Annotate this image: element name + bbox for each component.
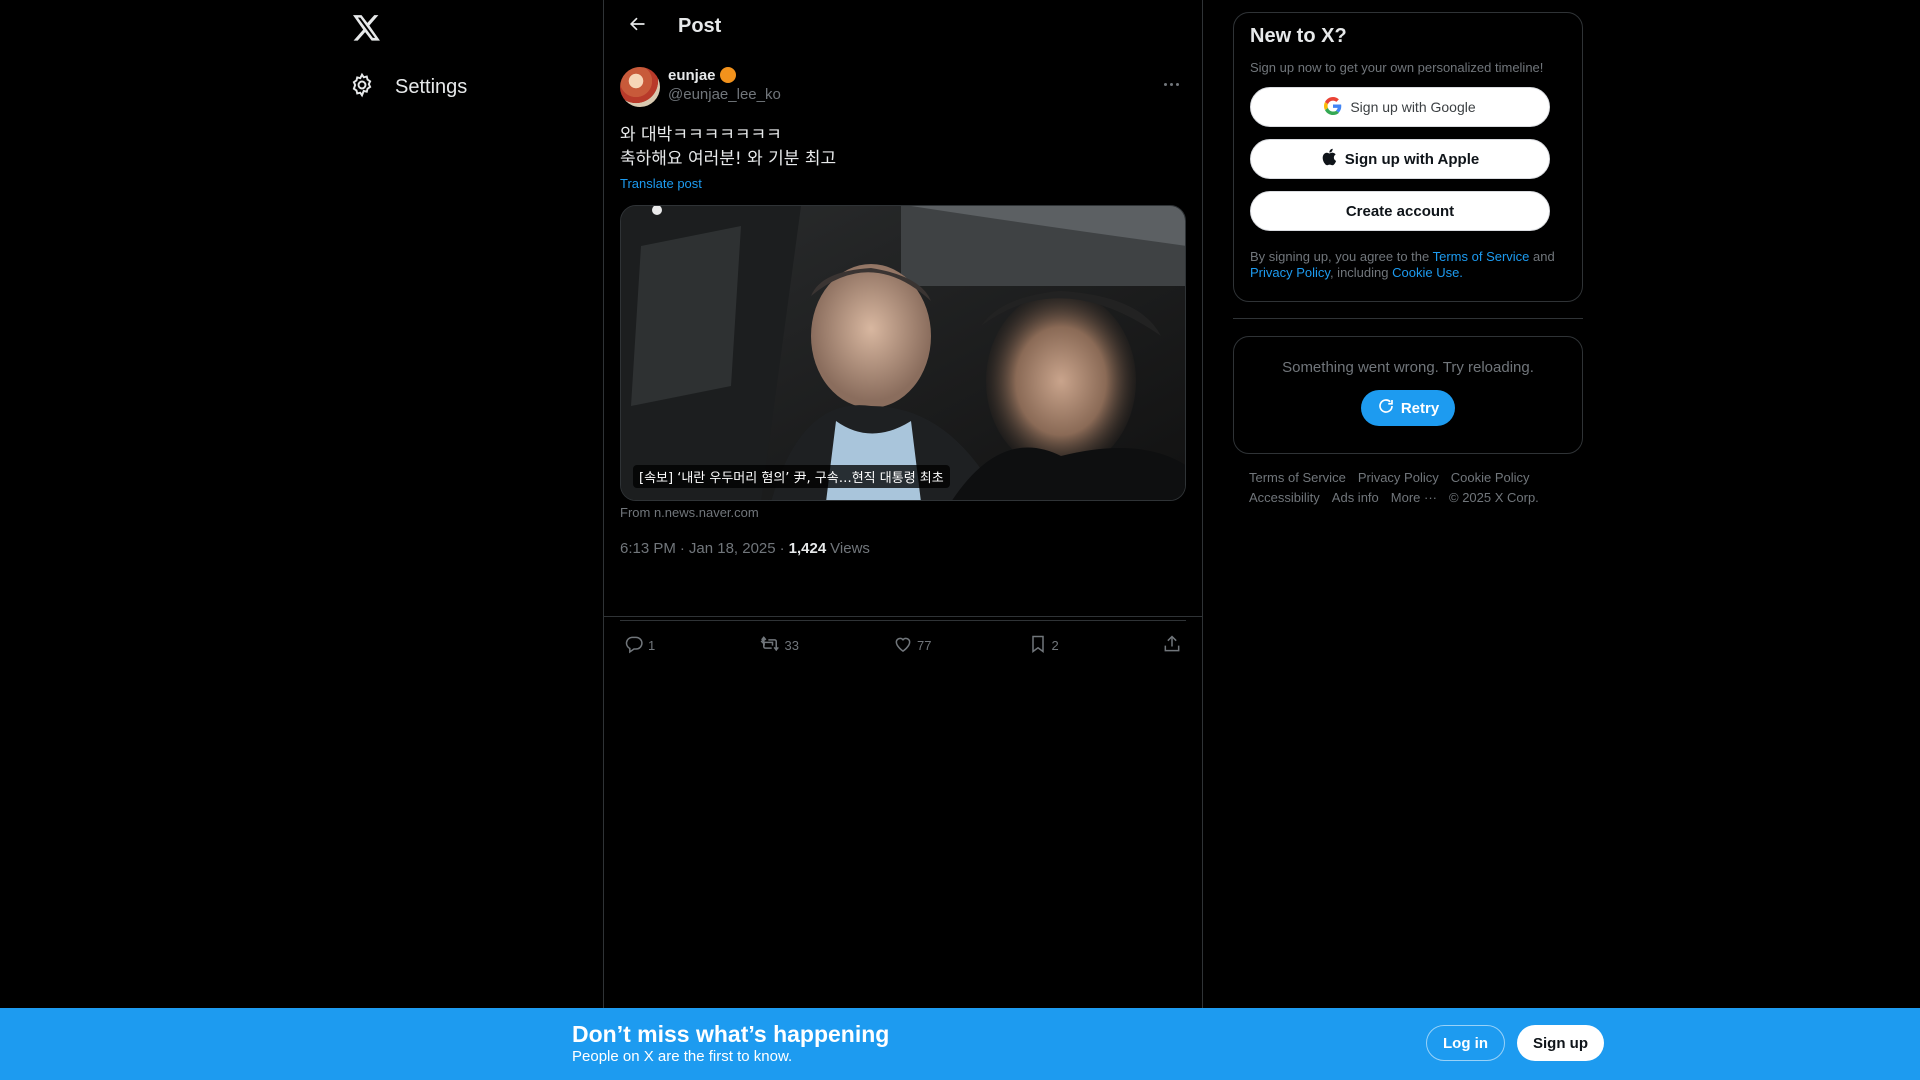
news-photo <box>621 206 1185 500</box>
cookie-use-link[interactable]: Cookie Use. <box>1392 265 1463 280</box>
google-icon <box>1324 96 1342 118</box>
privacy-link[interactable]: Privacy Policy <box>1250 265 1330 280</box>
footer-terms-link[interactable]: Terms of Service <box>1249 470 1346 486</box>
reply-icon <box>624 634 644 657</box>
tweet-text-line: 축하해요 여러분! 와 기분 최고 <box>620 149 837 169</box>
left-nav: Settings <box>337 0 603 1008</box>
footer-links: Terms of Service Privacy Policy Cookie P… <box>1249 470 1579 506</box>
legal-including: , including <box>1329 265 1393 280</box>
bookmark-button[interactable]: 2 <box>1028 634 1088 657</box>
footer-cookie-link[interactable]: Cookie Policy <box>1451 470 1530 486</box>
legal-prefix: By signing up, you agree to the <box>1250 249 1433 264</box>
signup-subtitle: Sign up now to get your own personalized… <box>1250 60 1544 75</box>
banner-title: Don’t miss what’s happening <box>572 1021 890 1047</box>
more-options-button[interactable] <box>1156 69 1186 99</box>
footer-privacy-link[interactable]: Privacy Policy <box>1358 470 1439 486</box>
link-card-title: [속보] ‘내란 우두머리 혐의’ 尹, 구속…현직 대통령 최초 <box>633 465 950 488</box>
author-names: eunjae @eunjae_lee_ko <box>668 65 781 104</box>
tweet-actions: 1 33 77 2 <box>620 620 1186 670</box>
repost-count: 33 <box>784 638 799 653</box>
terms-link[interactable]: Terms of Service <box>1433 249 1530 264</box>
user-handle[interactable]: @eunjae_lee_ko <box>668 86 781 103</box>
meta-separator: · <box>679 540 685 557</box>
views-count: 1,424 <box>788 540 827 557</box>
divider <box>1233 318 1583 319</box>
signup-apple-label: Sign up with Apple <box>1344 150 1480 168</box>
retry-label: Retry <box>1400 399 1440 417</box>
settings-label: Settings <box>395 75 468 98</box>
refresh-icon <box>1377 397 1395 419</box>
dot-icon <box>1169 82 1173 86</box>
display-name-row: eunjae <box>668 65 781 85</box>
avatar[interactable] <box>620 67 660 107</box>
link-source[interactable]: From n.news.naver.com <box>620 505 1186 520</box>
x-logo-icon[interactable] <box>347 10 387 46</box>
share-button[interactable] <box>1162 634 1182 657</box>
signup-title: New to X? <box>1250 25 1347 47</box>
tweet-meta: 6:13 PM · Jan 18, 2025 · 1,424 Views <box>620 540 1186 557</box>
heart-icon <box>893 634 913 657</box>
create-account-button[interactable]: Create account <box>1250 191 1550 231</box>
footer-more-link[interactable]: More ··· <box>1391 490 1437 506</box>
signup-legal-text: By signing up, you agree to the Terms of… <box>1250 249 1566 281</box>
error-panel: Something went wrong. Try reloading. Ret… <box>1233 336 1583 454</box>
meta-separator: · <box>779 540 785 557</box>
retry-button[interactable]: Retry <box>1360 390 1456 426</box>
footer-accessibility-link[interactable]: Accessibility <box>1249 490 1320 506</box>
author-row: eunjae @eunjae_lee_ko <box>620 65 1186 113</box>
arrow-left-icon <box>627 14 647 39</box>
verified-badge-icon <box>719 67 736 83</box>
share-icon <box>1162 634 1182 657</box>
back-button[interactable] <box>620 10 654 44</box>
login-button[interactable]: Log in <box>1426 1025 1505 1061</box>
apple-icon <box>1321 148 1337 170</box>
bookmark-icon <box>1028 634 1048 657</box>
main-column: Post eunjae @eunjae_lee_ko 와 대박ㅋㅋㅋㅋㅋㅋㅋ 축… <box>603 0 1203 1008</box>
tweet-text: 와 대박ㅋㅋㅋㅋㅋㅋㅋ 축하해요 여러분! 와 기분 최고 <box>620 123 1186 171</box>
gear-icon <box>349 72 375 103</box>
banner-text: Don’t miss what’s happening People on X … <box>572 1020 889 1066</box>
legal-and: and <box>1529 249 1555 264</box>
signup-apple-button[interactable]: Sign up with Apple <box>1250 139 1550 179</box>
tweet-time[interactable]: 6:13 PM <box>620 540 676 557</box>
repost-button[interactable]: 33 <box>759 634 819 657</box>
banner-buttons: Log in Sign up <box>1426 1025 1604 1061</box>
dot-icon <box>1175 82 1179 86</box>
link-card-image[interactable]: [속보] ‘내란 우두머리 혐의’ 尹, 구속…현직 대통령 최초 <box>620 205 1186 501</box>
tweet-text-line: 와 대박ㅋㅋㅋㅋㅋㅋㅋ <box>620 125 782 145</box>
banner-subtitle: People on X are the first to know. <box>572 1048 793 1065</box>
sidebar-item-settings[interactable]: Settings <box>347 62 479 112</box>
like-count: 77 <box>917 638 932 653</box>
login-banner: Don’t miss what’s happening People on X … <box>0 1008 1920 1080</box>
translate-post-link[interactable]: Translate post <box>620 176 702 191</box>
footer-ads-link[interactable]: Ads info <box>1332 490 1379 506</box>
reply-count: 1 <box>648 638 656 653</box>
reply-button[interactable]: 1 <box>624 634 684 657</box>
bookmark-count: 2 <box>1051 638 1059 653</box>
signup-button[interactable]: Sign up <box>1517 1025 1604 1061</box>
dot-icon <box>1163 82 1167 86</box>
tweet: eunjae @eunjae_lee_ko 와 대박ㅋㅋㅋㅋㅋㅋㅋ 축하해요 여… <box>604 53 1202 654</box>
like-button[interactable]: 77 <box>893 634 953 657</box>
error-message: Something went wrong. Try reloading. <box>1282 359 1534 376</box>
signup-google-label: Sign up with Google <box>1350 99 1476 115</box>
page-title: Post <box>678 15 722 37</box>
display-name[interactable]: eunjae <box>668 67 716 84</box>
tweet-date[interactable]: Jan 18, 2025 <box>689 540 776 557</box>
post-header: Post <box>604 0 1202 53</box>
views-label: Views <box>830 540 870 557</box>
signup-panel: New to X? Sign up now to get your own pe… <box>1233 12 1583 302</box>
signup-google-button[interactable]: Sign up with Google <box>1250 87 1550 127</box>
repost-icon <box>759 634 781 657</box>
footer-copyright: © 2025 X Corp. <box>1449 490 1539 505</box>
